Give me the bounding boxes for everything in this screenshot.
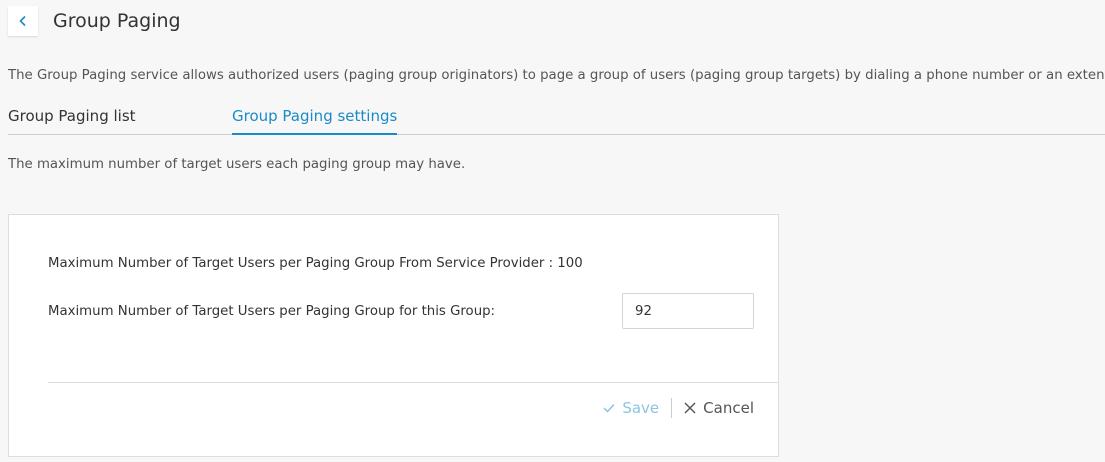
chevron-left-icon [18, 15, 28, 27]
tab-group-paging-list[interactable]: Group Paging list [8, 104, 136, 134]
tab-group-paging-settings[interactable]: Group Paging settings [232, 104, 398, 135]
divider [48, 382, 778, 383]
back-button[interactable] [8, 6, 38, 36]
group-max-input[interactable] [622, 293, 754, 329]
service-provider-max-label: Maximum Number of Target Users per Pagin… [48, 256, 583, 271]
save-label: Save [622, 399, 660, 417]
group-max-label: Maximum Number of Target Users per Pagin… [48, 304, 496, 319]
cancel-button[interactable]: Cancel [684, 399, 754, 417]
cancel-label: Cancel [703, 399, 754, 417]
close-icon [684, 402, 696, 414]
page: Group Paging The Group Paging service al… [0, 0, 1105, 462]
checkmark-icon [603, 403, 615, 413]
action-separator [671, 398, 673, 418]
section-description: The maximum number of target users each … [8, 157, 466, 172]
page-header: Group Paging [8, 6, 181, 36]
settings-card: Maximum Number of Target Users per Pagin… [8, 214, 779, 457]
save-button[interactable]: Save [603, 399, 659, 417]
form-actions: Save Cancel [603, 397, 754, 419]
page-title: Group Paging [53, 10, 181, 32]
tab-bar: Group Paging list Group Paging settings [8, 104, 1105, 135]
service-description: The Group Paging service allows authoriz… [8, 68, 1105, 83]
